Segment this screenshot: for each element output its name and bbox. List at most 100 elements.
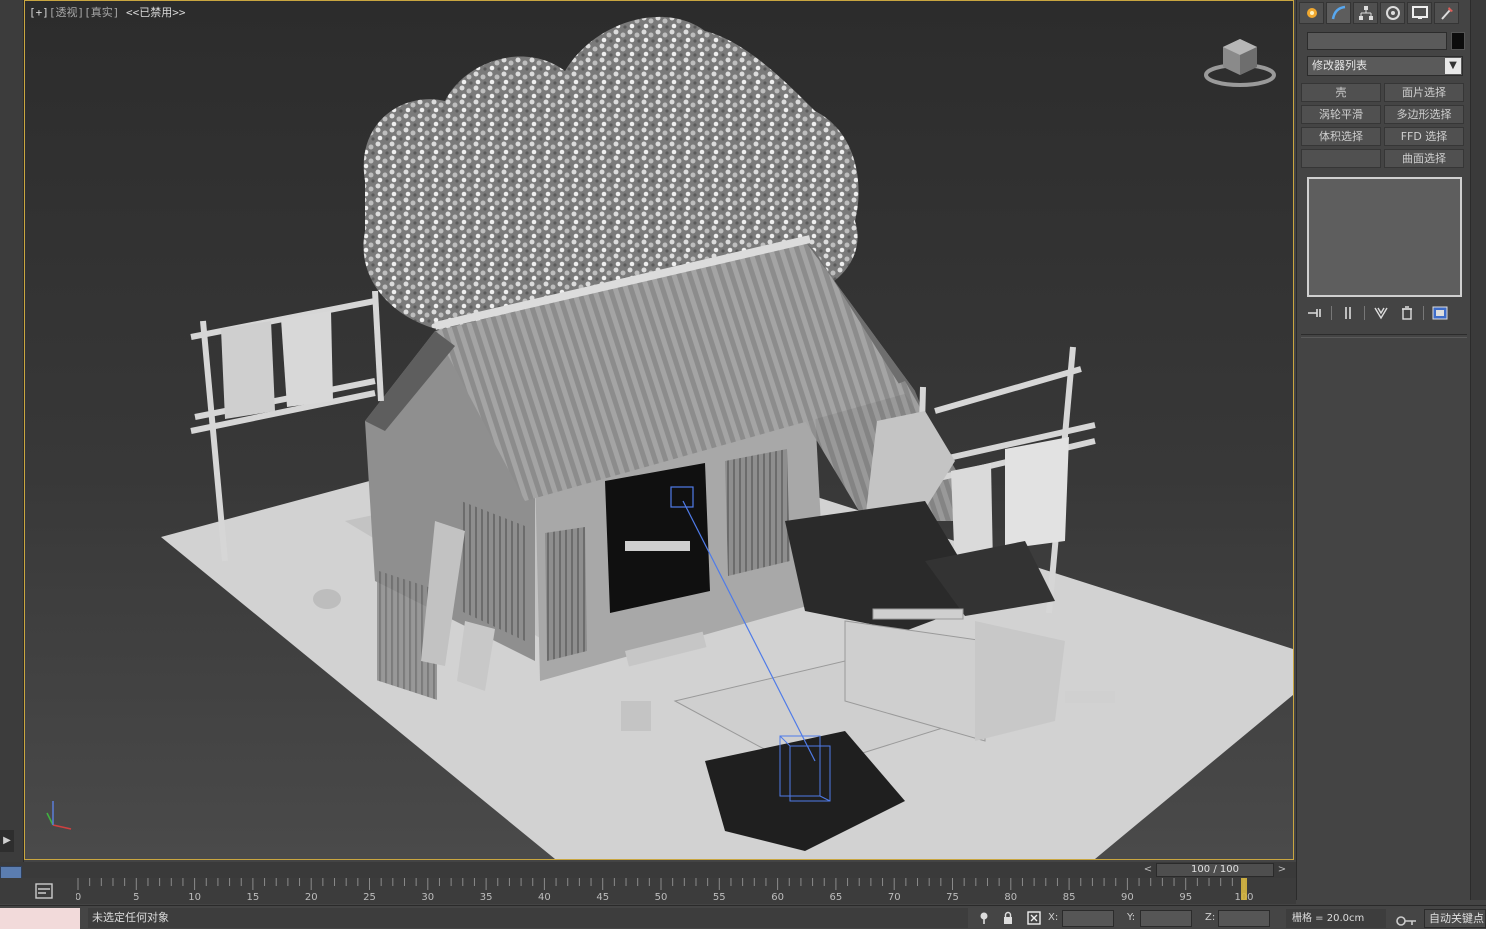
hierarchy-tab[interactable]	[1353, 2, 1378, 24]
configure-sets-tool[interactable]	[1430, 304, 1450, 322]
stack-divider	[1301, 334, 1467, 338]
hierarchy-icon	[1358, 6, 1373, 20]
track-tick-label: 90	[1121, 892, 1134, 903]
create-tab[interactable]	[1299, 2, 1324, 24]
viewport-shading-mode[interactable]: [真实]	[84, 6, 119, 19]
modify-icon	[1331, 5, 1345, 20]
pin-stack-tool[interactable]	[1305, 304, 1325, 322]
track-tick-label: 10	[188, 892, 201, 903]
door-opening	[605, 463, 710, 613]
empty-modifier-button[interactable]	[1301, 149, 1381, 168]
command-panel: 修改器列表 ▼ 壳 面片选择 涡轮平滑 多边形选择 体积选择 FFD 选择 曲面…	[1296, 0, 1470, 900]
auto-key-button[interactable]: 自动关键点	[1424, 909, 1486, 928]
track-bar[interactable]: 0510152025303540455055606570758085909510…	[76, 878, 1276, 904]
viewcube-icon[interactable]	[1203, 31, 1277, 91]
time-slider[interactable]: < 100 / 100 >	[1140, 862, 1290, 877]
status-bar: 未选定任何对象 X: Y: Z: 栅格 = 20.0cm 自动关键点	[0, 905, 1486, 929]
vol-select-button[interactable]: 体积选择	[1301, 127, 1381, 146]
display-icon	[1411, 6, 1428, 19]
bucket	[313, 589, 341, 609]
right-cloth-2	[1005, 437, 1069, 549]
pin-icon	[980, 912, 988, 924]
display-tab[interactable]	[1407, 2, 1432, 24]
lock-icon	[1004, 911, 1012, 924]
stack-separator	[1423, 306, 1424, 320]
track-tick-label: 15	[247, 892, 260, 903]
modifier-buttons-grid: 壳 面片选择 涡轮平滑 多边形选择 体积选择 FFD 选择 曲面选择	[1301, 83, 1465, 168]
track-tick-label: 75	[946, 892, 959, 903]
viewport-view-name[interactable]: [透视]	[49, 6, 84, 19]
track-tick-label: 5	[133, 892, 139, 903]
shell-button[interactable]: 壳	[1301, 83, 1381, 102]
door-panel-right	[725, 449, 790, 576]
key-icon[interactable]	[1392, 909, 1418, 928]
time-slider-row: < 100 / 100 >	[0, 862, 1296, 878]
ffd-select-button[interactable]: FFD 选择	[1384, 127, 1464, 146]
grid-size-display: 栅格 = 20.0cm	[1286, 909, 1386, 928]
track-tick-label: 55	[713, 892, 726, 903]
absolute-mode-toggle[interactable]	[1026, 910, 1042, 926]
x-coord-label: X:	[1048, 912, 1059, 923]
play-triangle-icon[interactable]: ▶	[0, 830, 14, 852]
viewport-label[interactable]: [+][透视][真实] <<已禁用>>	[29, 4, 186, 20]
track-tick-label: 20	[305, 892, 318, 903]
next-frame-button[interactable]: >	[1274, 864, 1290, 875]
modify-tab[interactable]	[1326, 2, 1351, 24]
isolate-selection-toggle[interactable]	[976, 910, 992, 926]
transform-type-in-icon	[1027, 911, 1041, 925]
track-tick-label: 50	[655, 892, 668, 903]
left-toolbar-strip: ▶	[0, 0, 24, 862]
make-unique-tool[interactable]	[1371, 304, 1391, 322]
door-panel-left	[545, 527, 587, 661]
surface-select-button[interactable]: 曲面选择	[1384, 149, 1464, 168]
prev-frame-button[interactable]: <	[1140, 864, 1156, 875]
track-tick-label: 45	[596, 892, 609, 903]
utilities-icon	[1440, 7, 1453, 20]
command-panel-scrollbar[interactable]	[1470, 0, 1486, 900]
show-end-result-tool[interactable]	[1338, 304, 1358, 322]
x-coord-field[interactable]	[1062, 910, 1114, 927]
stool-left	[621, 701, 651, 731]
track-tick-label: 80	[1004, 892, 1017, 903]
motion-icon	[1385, 6, 1400, 20]
z-coord-field[interactable]	[1218, 910, 1270, 927]
app-window: ▶ [+][透视][真实] <<已禁用>> 修改器列表 ▼ 壳 面片选择 涡轮平…	[0, 0, 1486, 929]
show-end-result-icon	[1345, 307, 1351, 319]
pin-stack-icon	[1308, 309, 1321, 317]
mini-curve-editor-icon[interactable]	[34, 882, 54, 900]
frame-counter[interactable]: 100 / 100	[1156, 862, 1274, 877]
modifier-stack-view[interactable]	[1307, 177, 1462, 297]
configure-sets-icon	[1432, 306, 1448, 320]
patch-select-button[interactable]: 面片选择	[1384, 83, 1464, 102]
modifier-list-dropdown[interactable]: 修改器列表 ▼	[1307, 56, 1463, 76]
z-coord-label: Z:	[1205, 912, 1216, 923]
remove-modifier-tool[interactable]	[1397, 304, 1417, 322]
track-tick-label: 60	[771, 892, 784, 903]
perspective-viewport[interactable]: [+][透视][真实] <<已禁用>>	[24, 0, 1294, 860]
modifier-list-label: 修改器列表	[1312, 59, 1367, 72]
object-name-field[interactable]	[1307, 32, 1447, 50]
viewport-disabled-tag: <<已禁用>>	[126, 6, 186, 19]
chevron-down-icon[interactable]: ▼	[1445, 58, 1461, 74]
utilities-tab[interactable]	[1434, 2, 1459, 24]
current-frame-marker[interactable]	[1241, 878, 1247, 900]
stool-right	[1065, 691, 1115, 703]
track-tick-label: 65	[830, 892, 843, 903]
poly-select-button[interactable]: 多边形选择	[1384, 105, 1464, 124]
track-tick-label: 30	[421, 892, 434, 903]
turbosmooth-button[interactable]: 涡轮平滑	[1301, 105, 1381, 124]
bench-in-door	[625, 541, 690, 551]
track-tick-label: 0	[76, 892, 81, 903]
motion-tab[interactable]	[1380, 2, 1405, 24]
stack-separator	[1364, 306, 1365, 320]
modifier-stack-toolbar	[1305, 303, 1465, 323]
selection-lock-toggle[interactable]	[1000, 910, 1016, 926]
left-cloth-1	[221, 321, 275, 419]
left-cloth-2	[281, 311, 333, 407]
maxscript-listener-field[interactable]	[0, 908, 80, 929]
command-panel-tabs	[1299, 2, 1469, 26]
y-coord-field[interactable]	[1140, 910, 1192, 927]
viewport-menu-plus[interactable]: [+]	[29, 6, 49, 19]
object-color-swatch[interactable]	[1451, 32, 1465, 50]
stack-separator	[1331, 306, 1332, 320]
